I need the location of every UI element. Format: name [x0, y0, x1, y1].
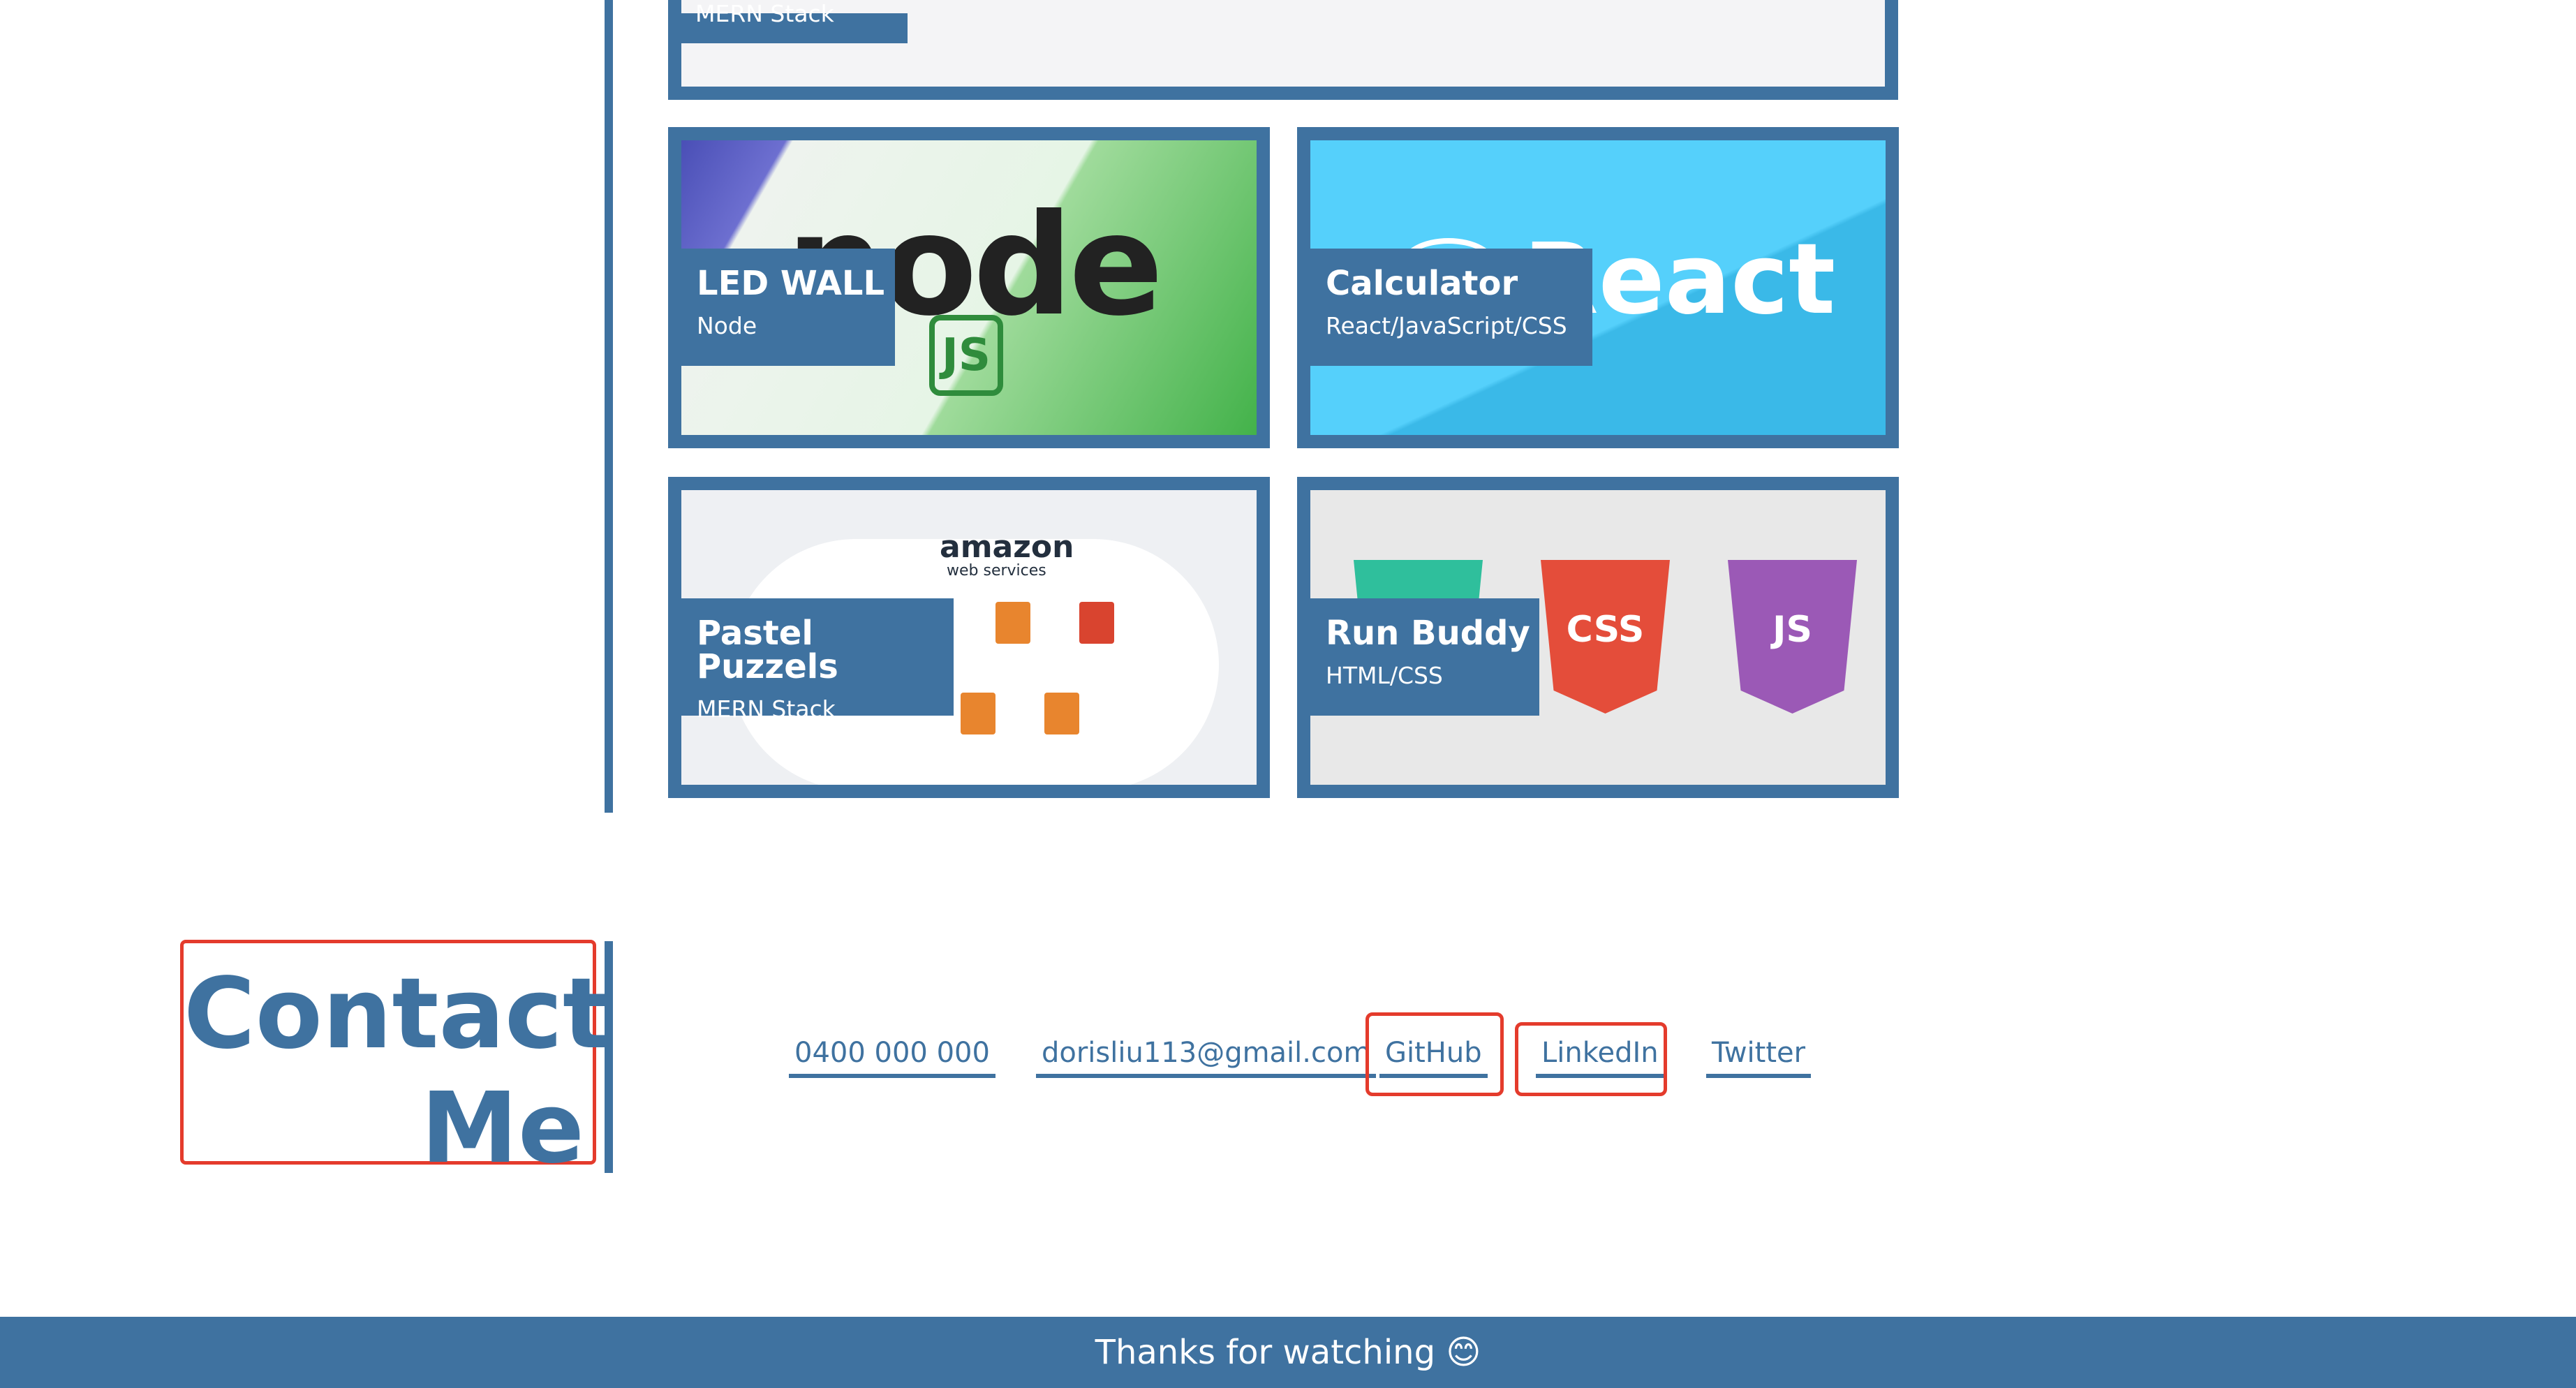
aws-logo-subtext: web services — [947, 562, 1046, 579]
contact-heading-line: Me — [420, 1072, 584, 1186]
email-link[interactable]: dorisliu113@gmail.com — [1036, 1036, 1377, 1078]
contact-section-rule — [605, 941, 613, 1173]
js-badge-icon: JS — [929, 315, 1003, 396]
project-tech: React/JavaScript/CSS — [1326, 312, 1567, 339]
project-tech: MERN Stack — [697, 695, 836, 723]
contact-heading: Contact Me — [180, 940, 609, 1186]
js-shield-icon: JS — [1728, 560, 1857, 714]
css-shield-icon: CSS — [1541, 560, 1670, 714]
project-title: Calculator — [1326, 264, 1518, 303]
project-caption: LED WALL Node — [681, 249, 895, 366]
project-title: LED WALL — [697, 264, 885, 303]
linkedin-highlight-box — [1515, 1022, 1667, 1096]
work-section-rule — [605, 0, 613, 813]
project-caption: MERN Stack — [681, 2, 908, 43]
project-card-led-wall[interactable]: node JS LED WALL Node — [668, 127, 1270, 448]
aws-logo-text: amazon — [940, 529, 1074, 565]
aws-service-icon — [995, 602, 1030, 644]
project-card-calculator[interactable]: React Calculator React/JavaScript/CSS — [1297, 127, 1899, 448]
project-caption: Pastel Puzzels MERN Stack — [681, 598, 954, 721]
project-card-pastel-puzzels[interactable]: amazon web services Pastel Puzzels MERN … — [668, 477, 1270, 798]
project-tech: HTML/CSS — [1326, 662, 1443, 689]
contact-heading-line: Contact — [184, 957, 609, 1071]
portfolio-page: MERN Stack node JS LED WALL Node React C… — [0, 0, 2576, 1388]
footer-text: Thanks for watching 😊 — [1095, 1333, 1481, 1372]
project-caption: Calculator React/JavaScript/CSS — [1310, 249, 1592, 366]
footer: Thanks for watching 😊 — [0, 1317, 2576, 1388]
aws-service-icon — [1044, 693, 1079, 734]
project-title: Pastel Puzzels — [697, 614, 838, 686]
twitter-link[interactable]: Twitter — [1706, 1036, 1812, 1078]
aws-service-icon — [1079, 602, 1114, 644]
github-highlight-box — [1365, 1012, 1504, 1096]
project-tech: MERN Stack — [695, 0, 834, 27]
aws-service-icon — [961, 693, 995, 734]
project-tech: Node — [697, 312, 757, 339]
phone-link[interactable]: 0400 000 000 — [789, 1036, 995, 1078]
project-card-top[interactable]: MERN Stack — [668, 0, 1898, 100]
project-caption: Run Buddy HTML/CSS — [1310, 598, 1539, 716]
project-title: Run Buddy — [1326, 614, 1530, 653]
project-card-run-buddy[interactable]: CSS JS Run Buddy HTML/CSS — [1297, 477, 1899, 798]
